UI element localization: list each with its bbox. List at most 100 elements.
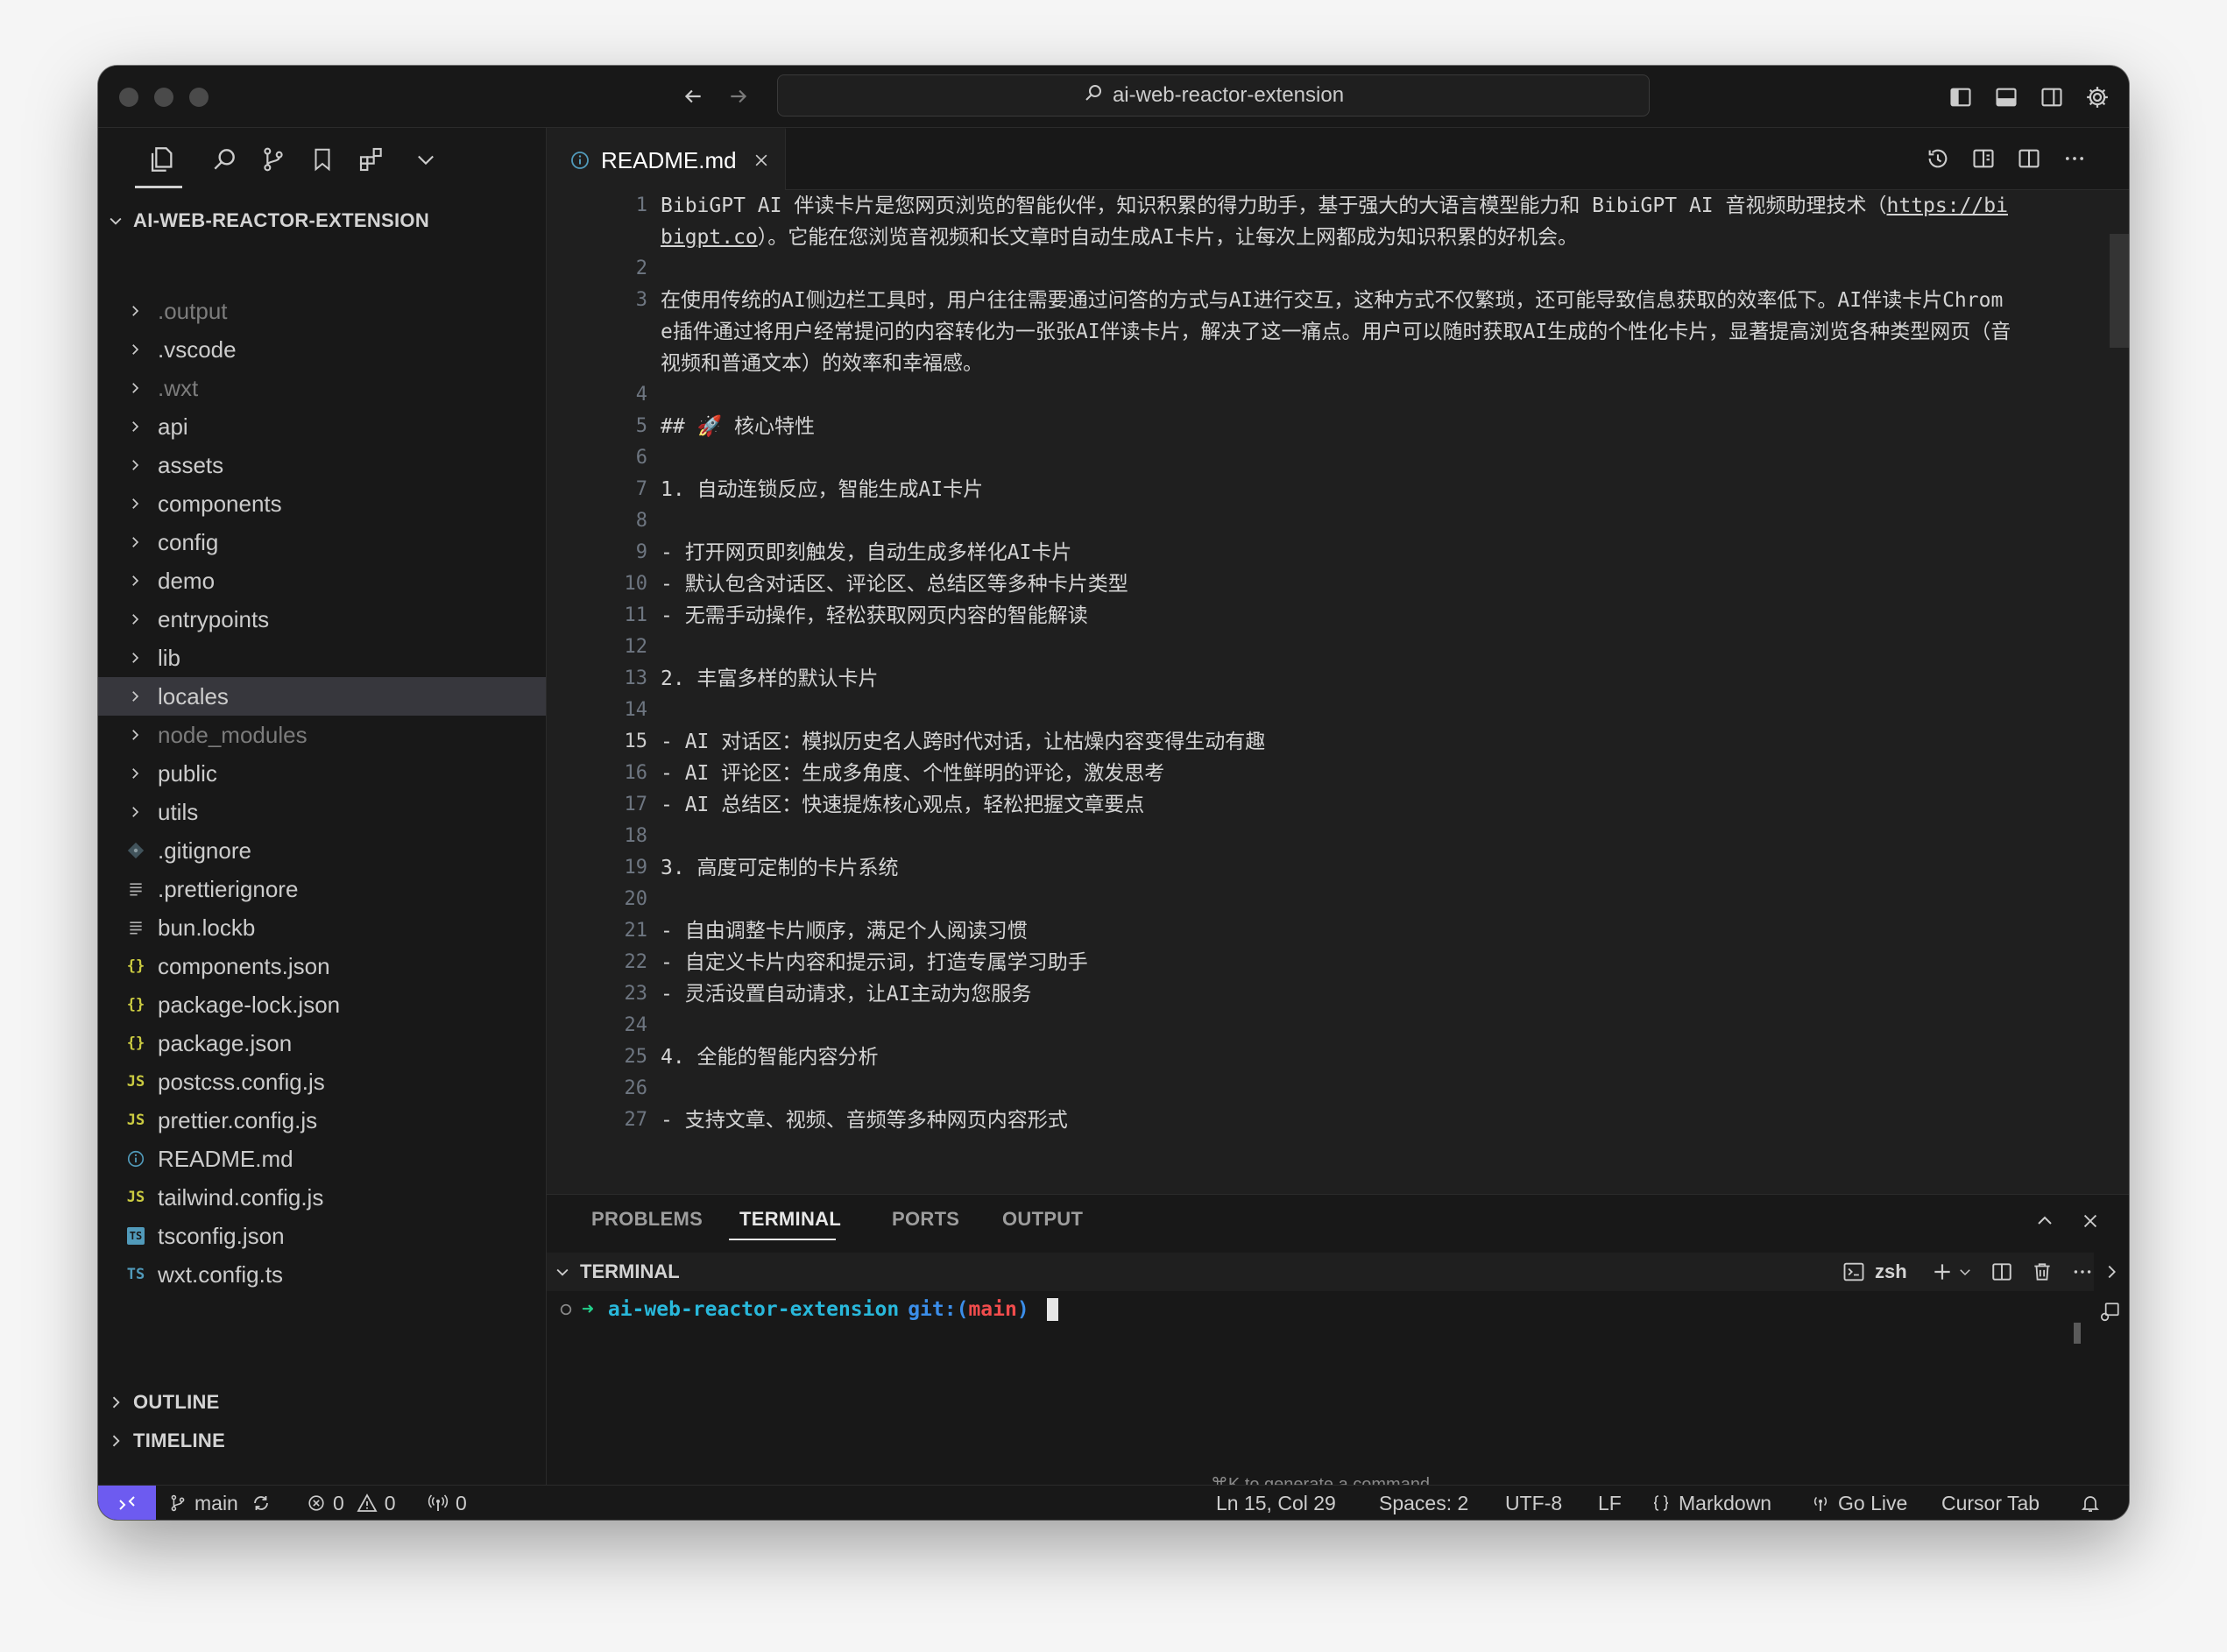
tree-file[interactable]: bun.lockb bbox=[98, 908, 546, 947]
tab-output[interactable]: OUTPUT bbox=[1002, 1208, 1083, 1231]
cursor-position[interactable]: Ln 15, Col 29 bbox=[1216, 1486, 1336, 1520]
terminal-section-header[interactable]: TERMINAL zsh bbox=[547, 1253, 2094, 1291]
source-control-icon[interactable] bbox=[254, 140, 293, 179]
tree-folder[interactable]: components bbox=[98, 484, 546, 523]
extensions-icon[interactable] bbox=[352, 140, 391, 179]
code-line[interactable]: 27 - 支持文章、视频、音频等多种网页内容形式 bbox=[547, 1105, 2129, 1136]
code-line[interactable]: 6 bbox=[547, 442, 2129, 474]
settings-gear-icon[interactable] bbox=[2082, 81, 2113, 113]
tree-folder[interactable]: entrypoints bbox=[98, 600, 546, 639]
notifications-bell-icon[interactable] bbox=[2080, 1486, 2101, 1520]
terminal-shell-selector[interactable]: zsh bbox=[1842, 1260, 1907, 1284]
code-line[interactable]: 20 bbox=[547, 884, 2129, 915]
explorer-files-icon[interactable] bbox=[142, 140, 180, 179]
remote-indicator[interactable] bbox=[98, 1486, 156, 1520]
tree-file[interactable]: README.md bbox=[98, 1140, 546, 1178]
code-line[interactable]: 24 bbox=[547, 1010, 2129, 1041]
terminal-more-ellipsis-icon[interactable] bbox=[2071, 1260, 2094, 1283]
problems-status[interactable]: 0 0 bbox=[307, 1486, 396, 1520]
code-line[interactable]: 10 - 默认包含对话区、评论区、总结区等多种卡片类型 bbox=[547, 568, 2129, 600]
tree-folder[interactable]: public bbox=[98, 754, 546, 793]
command-center-search[interactable]: ai-web-reactor-extension bbox=[777, 74, 1650, 116]
sync-icon[interactable] bbox=[251, 1493, 272, 1514]
tree-folder[interactable]: lib bbox=[98, 639, 546, 677]
terminal-dropdown-chevron-icon[interactable] bbox=[1957, 1264, 1973, 1280]
terminal-scrollbar[interactable] bbox=[2074, 1323, 2081, 1344]
tree-file[interactable]: {} package.json bbox=[98, 1024, 546, 1063]
tree-folder[interactable]: config bbox=[98, 523, 546, 561]
minimize-window-button[interactable] bbox=[154, 88, 173, 107]
tree-folder[interactable]: locales bbox=[98, 677, 546, 716]
split-terminal-icon[interactable] bbox=[1990, 1260, 2013, 1283]
terminal-debug-icon[interactable] bbox=[2094, 1296, 2125, 1328]
maximize-panel-chevron-up-icon[interactable] bbox=[2029, 1205, 2061, 1237]
tree-file[interactable]: TS tsconfig.json bbox=[98, 1217, 546, 1255]
close-window-button[interactable] bbox=[119, 88, 138, 107]
code-line[interactable]: 21 - 自由调整卡片顺序，满足个人阅读习惯 bbox=[547, 915, 2129, 947]
tree-file[interactable]: JS tailwind.config.js bbox=[98, 1178, 546, 1217]
code-line[interactable]: 14 bbox=[547, 695, 2129, 726]
code-line[interactable]: 11 - 无需手动操作，轻松获取网页内容的智能解读 bbox=[547, 600, 2129, 632]
tree-file[interactable]: JS postcss.config.js bbox=[98, 1063, 546, 1101]
terminal-tabs-chevron-right-icon[interactable] bbox=[2096, 1256, 2127, 1288]
back-arrow-icon[interactable] bbox=[678, 81, 708, 111]
timeline-section-header[interactable]: TIMELINE bbox=[98, 1422, 546, 1460]
search-view-icon[interactable] bbox=[205, 140, 244, 179]
code-line[interactable]: 3 在使用传统的AI侧边栏工具时，用户往往需要通过问答的方式与AI进行交互，这种方… bbox=[547, 285, 2129, 379]
tab-terminal[interactable]: TERMINAL bbox=[739, 1208, 841, 1231]
tree-folder[interactable]: assets bbox=[98, 446, 546, 484]
code-line[interactable]: 5 ## 🚀 核心特性 bbox=[547, 411, 2129, 442]
code-line[interactable]: 17 - AI 总结区：快速提炼核心观点，轻松把握文章要点 bbox=[547, 789, 2129, 821]
explorer-root-header[interactable]: AI-WEB-REACTOR-EXTENSION bbox=[98, 201, 546, 240]
code-line[interactable]: 12 bbox=[547, 632, 2129, 663]
tab-problems[interactable]: PROBLEMS bbox=[591, 1208, 703, 1231]
code-line[interactable]: 18 bbox=[547, 821, 2129, 852]
code-line[interactable]: 22 - 自定义卡片内容和提示词，打造专属学习助手 bbox=[547, 947, 2129, 978]
toggle-panel-icon[interactable] bbox=[1990, 81, 2022, 113]
branch-status[interactable]: main bbox=[168, 1486, 272, 1520]
tree-folder[interactable]: node_modules bbox=[98, 716, 546, 754]
code-line[interactable]: 4 bbox=[547, 379, 2129, 411]
outline-section-header[interactable]: OUTLINE bbox=[98, 1383, 546, 1422]
tree-file[interactable]: TS wxt.config.ts bbox=[98, 1255, 546, 1294]
close-panel-icon[interactable] bbox=[2075, 1205, 2106, 1237]
tree-file[interactable]: .prettierignore bbox=[98, 870, 546, 908]
tree-file[interactable]: {} components.json bbox=[98, 947, 546, 985]
tree-folder[interactable]: .output bbox=[98, 292, 546, 330]
toggle-primary-sidebar-icon[interactable] bbox=[1945, 81, 1976, 113]
tree-folder[interactable]: api bbox=[98, 407, 546, 446]
tab-ports[interactable]: PORTS bbox=[892, 1208, 959, 1231]
forward-arrow-icon[interactable] bbox=[724, 81, 753, 111]
cursor-tab-status[interactable]: Cursor Tab bbox=[1941, 1486, 2040, 1520]
editor-scrollbar-thumb[interactable] bbox=[2110, 234, 2129, 348]
code-line[interactable]: 13 2. 丰富多样的默认卡片 bbox=[547, 663, 2129, 695]
encoding-status[interactable]: UTF-8 bbox=[1505, 1486, 1562, 1520]
code-line[interactable]: 2 bbox=[547, 253, 2129, 285]
split-editor-icon[interactable] bbox=[2013, 143, 2045, 174]
close-tab-icon[interactable] bbox=[753, 152, 770, 169]
more-actions-ellipsis-icon[interactable] bbox=[2059, 143, 2090, 174]
tab-readme[interactable]: README.md bbox=[547, 128, 786, 191]
eol-status[interactable]: LF bbox=[1598, 1486, 1622, 1520]
tree-folder[interactable]: .vscode bbox=[98, 330, 546, 369]
code-line[interactable]: 7 1. 自动连锁反应，智能生成AI卡片 bbox=[547, 474, 2129, 505]
tree-file[interactable]: JS prettier.config.js bbox=[98, 1101, 546, 1140]
code-line[interactable]: 19 3. 高度可定制的卡片系统 bbox=[547, 852, 2129, 884]
code-line[interactable]: 25 4. 全能的智能内容分析 bbox=[547, 1041, 2129, 1073]
new-terminal-plus-icon[interactable] bbox=[1931, 1260, 1954, 1283]
code-line[interactable]: 8 bbox=[547, 505, 2129, 537]
tree-folder[interactable]: .wxt bbox=[98, 369, 546, 407]
ports-status[interactable]: 0 bbox=[428, 1486, 467, 1520]
code-line[interactable]: 9 - 打开网页即刻触发，自动生成多样化AI卡片 bbox=[547, 537, 2129, 568]
language-mode[interactable]: Markdown bbox=[1651, 1486, 1771, 1520]
bookmark-icon[interactable] bbox=[303, 140, 342, 179]
tree-folder[interactable]: utils bbox=[98, 793, 546, 831]
code-line[interactable]: 16 - AI 评论区：生成多角度、个性鲜明的评论，激发思考 bbox=[547, 758, 2129, 789]
code-line[interactable]: 26 bbox=[547, 1073, 2129, 1105]
tree-file[interactable]: {} package-lock.json bbox=[98, 985, 546, 1024]
tree-folder[interactable]: demo bbox=[98, 561, 546, 600]
tree-file[interactable]: .gitignore bbox=[98, 831, 546, 870]
toggle-secondary-sidebar-icon[interactable] bbox=[2036, 81, 2068, 113]
go-live-button[interactable]: Go Live bbox=[1810, 1486, 1907, 1520]
code-line[interactable]: 23 - 灵活设置自动请求，让AI主动为您服务 bbox=[547, 978, 2129, 1010]
